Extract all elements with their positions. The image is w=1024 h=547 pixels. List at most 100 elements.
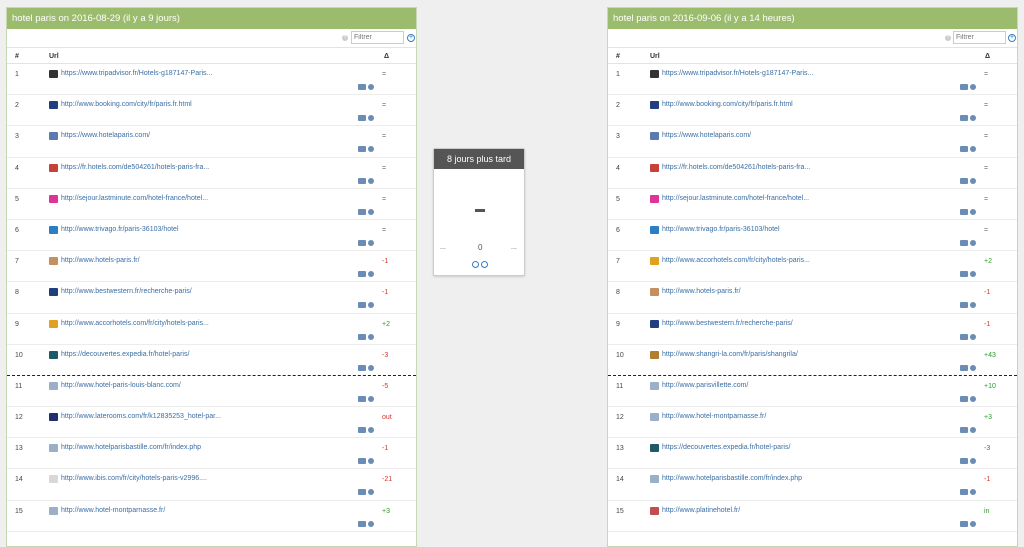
result-url-link[interactable]: https://www.tripadvisor.fr/Hotels-g18714… <box>662 70 813 77</box>
result-url-link[interactable]: https://www.hotelaparis.com/ <box>61 132 150 139</box>
details-icon[interactable] <box>358 458 366 465</box>
details-icon[interactable] <box>358 364 366 371</box>
details-icon[interactable] <box>358 115 366 122</box>
details-icon[interactable] <box>960 364 968 371</box>
settings-icon[interactable] <box>368 395 374 402</box>
details-icon[interactable] <box>960 177 968 184</box>
details-icon[interactable] <box>960 302 968 309</box>
help-icon[interactable]: ? <box>342 35 348 41</box>
settings-icon[interactable] <box>970 458 976 465</box>
details-icon[interactable] <box>358 302 366 309</box>
settings-icon[interactable] <box>970 177 976 184</box>
settings-icon[interactable] <box>368 115 374 122</box>
settings-icon[interactable] <box>368 239 374 246</box>
details-icon[interactable] <box>358 427 366 434</box>
details-icon[interactable] <box>960 271 968 278</box>
result-url-link[interactable]: http://www.bestwestern.fr/recherche-pari… <box>61 288 192 295</box>
settings-icon[interactable] <box>368 489 374 496</box>
favicon-icon <box>650 257 659 266</box>
details-icon[interactable] <box>358 208 366 215</box>
result-url-link[interactable]: http://www.hotel-paris-louis-blanc.com/ <box>61 382 181 389</box>
result-url-link[interactable]: http://www.hotelparisbastille.com/fr/ind… <box>61 444 201 451</box>
settings-icon[interactable] <box>970 146 976 153</box>
settings-icon[interactable] <box>970 239 976 246</box>
settings-icon[interactable] <box>368 146 374 153</box>
details-icon[interactable] <box>960 239 968 246</box>
result-url-link[interactable]: http://sejour.lastminute.com/hotel-franc… <box>662 195 809 202</box>
details-icon[interactable] <box>358 489 366 496</box>
settings-icon[interactable] <box>368 208 374 215</box>
result-url-link[interactable]: http://www.hotel-montparnasse.fr/ <box>61 507 165 514</box>
result-url-link[interactable]: https://www.tripadvisor.fr/Hotels-g18714… <box>61 70 212 77</box>
rank-number: 14 <box>616 476 624 484</box>
right-filter-input[interactable] <box>953 31 1006 44</box>
details-icon[interactable] <box>358 520 366 527</box>
result-url-link[interactable]: http://www.platinehotel.fr/ <box>662 507 740 514</box>
settings-icon[interactable] <box>970 364 976 371</box>
settings-icon[interactable] <box>970 489 976 496</box>
settings-icon[interactable] <box>368 458 374 465</box>
settings-icon[interactable] <box>368 302 374 309</box>
details-icon[interactable] <box>960 208 968 215</box>
help-icon[interactable]: ? <box>945 35 951 41</box>
details-icon[interactable] <box>358 271 366 278</box>
settings-icon[interactable] <box>368 333 374 340</box>
settings-icon[interactable] <box>368 84 374 90</box>
details-icon[interactable] <box>358 239 366 246</box>
details-icon[interactable] <box>960 146 968 153</box>
settings-icon[interactable] <box>368 364 374 371</box>
details-icon[interactable] <box>358 177 366 184</box>
result-url-link[interactable]: http://www.hotels-paris.fr/ <box>61 257 140 264</box>
result-url-link[interactable]: https://www.hotelaparis.com/ <box>662 132 751 139</box>
details-icon[interactable] <box>960 395 968 402</box>
settings-icon[interactable] <box>970 333 976 340</box>
details-icon[interactable] <box>960 115 968 122</box>
details-icon[interactable] <box>358 146 366 153</box>
result-url-link[interactable]: http://www.shangri-la.com/fr/paris/shang… <box>662 351 798 358</box>
left-filter-input[interactable] <box>351 31 404 44</box>
settings-icon[interactable] <box>970 115 976 122</box>
details-icon[interactable] <box>358 333 366 340</box>
add-icon[interactable]: + <box>407 34 415 42</box>
settings-icon[interactable] <box>970 520 976 527</box>
settings-icon[interactable] <box>970 395 976 402</box>
settings-icon[interactable] <box>970 427 976 434</box>
result-url-link[interactable]: http://www.booking.com/city/fr/paris.fr.… <box>61 101 192 108</box>
result-url-link[interactable]: http://www.bestwestern.fr/recherche-pari… <box>662 320 793 327</box>
details-icon[interactable] <box>960 84 968 90</box>
settings-icon[interactable] <box>368 520 374 527</box>
settings-icon[interactable] <box>368 271 374 278</box>
result-url-link[interactable]: http://www.ibis.com/fr/city/hotels-paris… <box>61 475 207 482</box>
result-url-link[interactable]: http://sejour.lastminute.com/hotel-franc… <box>61 195 208 202</box>
settings-icon[interactable] <box>368 177 374 184</box>
result-url-link[interactable]: http://www.booking.com/city/fr/paris.fr.… <box>662 101 793 108</box>
result-url-link[interactable]: http://www.laterooms.com/fr/k12835253_ho… <box>61 413 221 420</box>
result-url-link[interactable]: http://www.trivago.fr/paris-36103/hotel <box>662 226 780 233</box>
settings-icon[interactable] <box>970 271 976 278</box>
result-url-link[interactable]: http://www.trivago.fr/paris-36103/hotel <box>61 226 179 233</box>
zoom-in-icon[interactable] <box>472 261 479 268</box>
result-url-link[interactable]: http://www.hotel-montparnasse.fr/ <box>662 413 766 420</box>
details-icon[interactable] <box>960 333 968 340</box>
result-url-link[interactable]: http://www.hotels-paris.fr/ <box>662 288 741 295</box>
result-url-link[interactable]: http://www.accorhotels.com/fr/city/hotel… <box>61 320 209 327</box>
details-icon[interactable] <box>358 84 366 90</box>
result-url-link[interactable]: https://fr.hotels.com/de504261/hotels-pa… <box>662 164 810 171</box>
result-url-link[interactable]: http://www.parisvillette.com/ <box>662 382 748 389</box>
zoom-out-icon[interactable] <box>481 261 488 268</box>
details-icon[interactable] <box>960 458 968 465</box>
result-url-link[interactable]: http://www.accorhotels.com/fr/city/hotel… <box>662 257 810 264</box>
result-url-link[interactable]: https://fr.hotels.com/de504261/hotels-pa… <box>61 164 209 171</box>
details-icon[interactable] <box>358 395 366 402</box>
settings-icon[interactable] <box>970 84 976 90</box>
details-icon[interactable] <box>960 427 968 434</box>
add-icon[interactable]: + <box>1008 34 1016 42</box>
details-icon[interactable] <box>960 489 968 496</box>
result-url-link[interactable]: https://decouvertes.expedia.fr/hotel-par… <box>662 444 790 451</box>
settings-icon[interactable] <box>970 208 976 215</box>
details-icon[interactable] <box>960 520 968 527</box>
settings-icon[interactable] <box>970 302 976 309</box>
result-url-link[interactable]: https://decouvertes.expedia.fr/hotel-par… <box>61 351 189 358</box>
result-url-link[interactable]: http://www.hotelparisbastille.com/fr/ind… <box>662 475 802 482</box>
settings-icon[interactable] <box>368 427 374 434</box>
